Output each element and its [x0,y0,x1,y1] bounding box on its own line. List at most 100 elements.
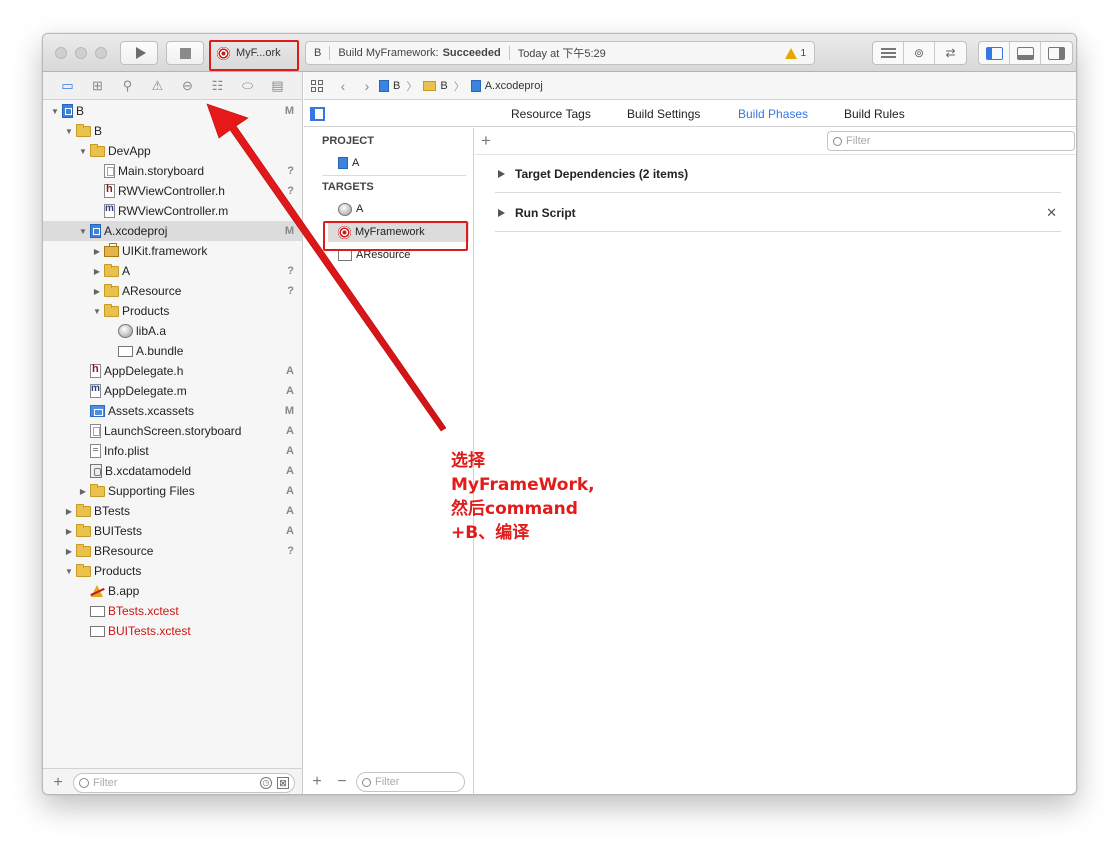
tree-row[interactable]: Main.storyboard? [43,161,302,181]
test-navigator-icon[interactable]: ⊖ [179,78,196,94]
close-icon[interactable]: ✕ [1046,205,1057,221]
disclosure-closed-icon[interactable]: ▶ [91,247,103,256]
targets-sidebar-toggle[interactable] [310,107,325,121]
breakpoint-icon[interactable]: ⬭ [239,78,256,94]
tree-row[interactable]: Info.plist A [43,441,302,461]
tab-resource-tags[interactable]: Resource Tags [511,107,591,121]
disclosure-closed-icon[interactable] [498,208,505,217]
report-icon[interactable]: ▤ [269,78,286,94]
toggle-navigator-button[interactable] [979,42,1010,64]
tree-row[interactable]: ▶ UIKit.framework [43,241,302,261]
disclosure-closed-icon[interactable]: ▶ [63,547,75,556]
targets-filter-field[interactable]: Filter [356,772,465,792]
back-arrow-icon[interactable]: ‹ [331,78,355,94]
tree-row[interactable]: A.bundle [43,341,302,361]
tree-row-label: BTests [94,504,131,518]
add-build-phase-button[interactable]: + [481,131,491,151]
tree-row[interactable]: BTests.xctest [43,601,302,621]
navigator-filter-field[interactable]: Filter ◷ ⊠ [73,772,295,793]
tree-row[interactable]: BUITests.xctest [43,621,302,641]
breadcrumb-item[interactable]: B [379,79,400,92]
disclosure-open-icon[interactable]: ▼ [77,147,89,156]
tree-row[interactable]: B.app [43,581,302,601]
disclosure-closed-icon[interactable]: ▶ [63,507,75,516]
tree-row[interactable]: ▶ BTests A [43,501,302,521]
disclosure-closed-icon[interactable]: ▶ [63,527,75,536]
tree-row[interactable]: libA.a [43,321,302,341]
tree-row[interactable]: ▶ BUITests A [43,521,302,541]
tree-row-label: B [76,104,85,118]
tree-row[interactable]: ▼ DevApp [43,141,302,161]
tree-row[interactable]: ▼ A.xcodeproj M [43,221,302,241]
zoom-window-button[interactable] [95,47,107,59]
tab-build-phases[interactable]: Build Phases [738,107,808,121]
assistant-editor-button[interactable]: ⊚ [904,42,935,64]
disclosure-open-icon[interactable]: ▼ [91,307,103,316]
breadcrumb-item[interactable]: A.xcodeproj [470,79,543,92]
tree-row[interactable]: ▶ Supporting Files A [43,481,302,501]
version-editor-button[interactable]: ⇄ [935,42,966,64]
debug-navigator-icon[interactable]: ☷ [209,78,226,94]
search-icon[interactable]: ⚲ [119,78,136,94]
phases-filter-field[interactable]: Filter [827,131,1075,151]
add-file-button[interactable]: + [43,774,73,792]
project-navigator: ▭ ⊞ ⚲ ⚠ ⊖ ☷ ⬭ ▤ ▼ B M ▼ B ▼ DevApp Main.stor… [43,72,303,794]
disclosure-open-icon[interactable]: ▼ [63,127,75,136]
disclosure-closed-icon[interactable]: ▶ [91,287,103,296]
play-icon [135,47,146,59]
tab-build-rules[interactable]: Build Rules [844,107,905,121]
minimize-window-button[interactable] [75,47,87,59]
forward-arrow-icon[interactable]: › [355,78,379,94]
tab-build-settings[interactable]: Build Settings [627,107,700,121]
scm-badge: M [284,105,294,117]
warning-indicator[interactable]: 1 [785,47,806,59]
breadcrumb-item[interactable]: B [423,80,448,92]
run-button[interactable] [120,41,158,65]
tree-row[interactable]: ▼ B [43,121,302,141]
tree-row[interactable]: ▼ Products [43,561,302,581]
disclosure-open-icon[interactable]: ▼ [77,227,89,236]
toggle-debug-area-button[interactable] [1010,42,1041,64]
tree-row-label: BTests.xctest [108,604,179,618]
tree-row[interactable]: AppDelegate.m A [43,381,302,401]
target-item[interactable]: A [338,199,363,219]
disclosure-open-icon[interactable]: ▼ [63,567,75,576]
scm-badge: ? [287,185,294,197]
disclosure-closed-icon[interactable]: ▶ [91,267,103,276]
disclosure-closed-icon[interactable]: ▶ [77,487,89,496]
toggle-inspector-button[interactable] [1041,42,1072,64]
add-target-button[interactable]: + [304,773,330,791]
tree-row[interactable]: LaunchScreen.storyboard A [43,421,302,441]
remove-target-button[interactable]: − [330,773,354,791]
tree-row[interactable]: Assets.xcassets M [43,401,302,421]
tree-row[interactable]: ▼ Products [43,301,302,321]
folder-icon [104,263,119,277]
related-items-icon[interactable] [311,79,323,92]
tree-row[interactable]: ▶ BResource? [43,541,302,561]
tree-row[interactable]: RWViewController.m [43,201,302,221]
tree-row[interactable]: ▶ AResource? [43,281,302,301]
tree-row-label: Products [122,304,170,318]
scm-badge: A [286,505,294,517]
disclosure-closed-icon[interactable] [498,169,505,178]
target-highlight-box [323,221,468,251]
scm-filter-icon[interactable]: ⊠ [277,776,289,789]
tree-row[interactable]: ▶ A? [43,261,302,281]
tree-row[interactable]: RWViewController.h? [43,181,302,201]
project-item[interactable]: A [338,153,359,173]
phase-run-script[interactable]: Run Script ✕ [495,194,1061,232]
disclosure-open-icon[interactable]: ▼ [49,107,61,116]
tree-row[interactable]: B.xcdatamodeld A [43,461,302,481]
stop-button[interactable] [166,41,204,65]
symbol-navigator-icon[interactable]: ⊞ [89,78,106,94]
folder-icon[interactable]: ▭ [59,78,76,94]
target-label: A [356,203,364,215]
warning-icon[interactable]: ⚠ [149,78,166,94]
recent-files-icon[interactable]: ◷ [260,776,272,789]
standard-editor-button[interactable] [873,42,904,64]
tree-row[interactable]: ▼ B M [43,101,302,121]
tree-row[interactable]: AppDelegate.h A [43,361,302,381]
annotation-line: MyFrameWork, [451,475,595,495]
close-window-button[interactable] [55,47,67,59]
phase-target-dependencies[interactable]: Target Dependencies (2 items) [495,155,1061,193]
